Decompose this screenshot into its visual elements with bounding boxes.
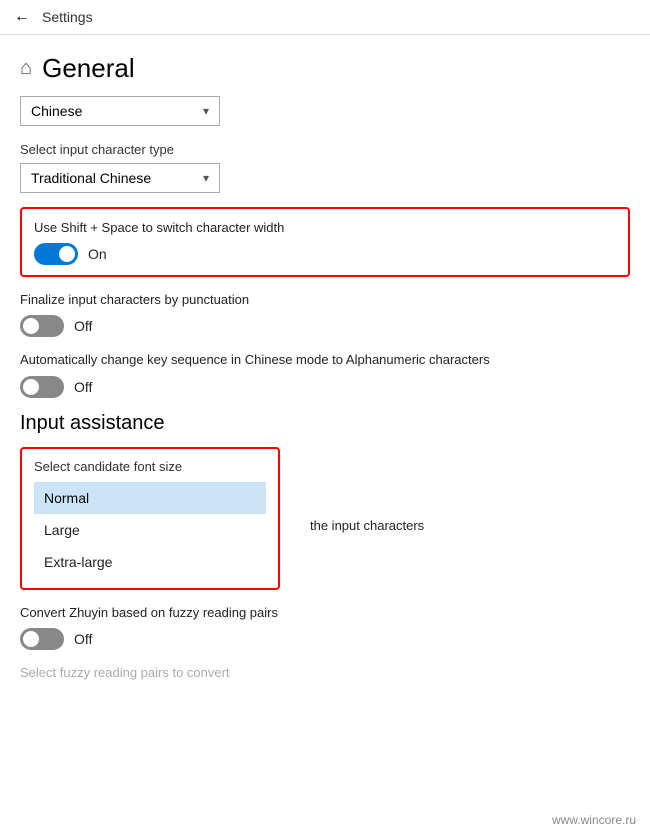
- candidate-font-size-label: Select candidate font size: [34, 459, 266, 474]
- char-type-arrow: ▾: [203, 171, 209, 185]
- page-title: General: [42, 53, 135, 84]
- shift-space-toggle-knob: [59, 246, 75, 262]
- candidate-option-normal[interactable]: Normal: [34, 482, 266, 514]
- page-header: ⌂ General: [0, 35, 650, 90]
- finalize-label: Finalize input characters by punctuation: [20, 291, 630, 309]
- candidate-option-large[interactable]: Large: [34, 514, 266, 546]
- convert-zhuyin-toggle[interactable]: [20, 628, 64, 650]
- language-dropdown[interactable]: Chinese ▾: [20, 96, 220, 126]
- candidate-font-size-box: Select candidate font size Normal Large …: [20, 447, 280, 590]
- char-type-value: Traditional Chinese: [31, 170, 151, 186]
- auto-change-state: Off: [74, 379, 92, 395]
- back-button[interactable]: ←: [14, 8, 30, 26]
- char-type-dropdown[interactable]: Traditional Chinese ▾: [20, 163, 220, 193]
- auto-change-toggle[interactable]: [20, 376, 64, 398]
- convert-zhuyin-toggle-row: Off: [20, 628, 630, 650]
- char-type-section: Select input character type Traditional …: [20, 142, 630, 193]
- select-fuzzy-label: Select fuzzy reading pairs to convert: [20, 664, 630, 682]
- finalize-state: Off: [74, 318, 92, 334]
- shift-space-section: Use Shift + Space to switch character wi…: [20, 207, 630, 277]
- input-assistance-heading: Input assistance: [20, 412, 630, 435]
- finalize-toggle[interactable]: [20, 315, 64, 337]
- watermark: www.wincore.ru: [552, 813, 636, 827]
- convert-zhuyin-state: Off: [74, 631, 92, 647]
- convert-zhuyin-label: Convert Zhuyin based on fuzzy reading pa…: [20, 604, 630, 622]
- finalize-toggle-knob: [23, 318, 39, 334]
- shift-space-toggle[interactable]: [34, 243, 78, 265]
- finalize-toggle-row: Off: [20, 315, 630, 337]
- char-type-label: Select input character type: [20, 142, 630, 157]
- top-bar: ← Settings: [0, 0, 650, 35]
- shift-space-state: On: [88, 246, 107, 262]
- convert-zhuyin-section: Convert Zhuyin based on fuzzy reading pa…: [20, 604, 630, 650]
- home-icon: ⌂: [20, 57, 32, 80]
- content: Chinese ▾ Select input character type Tr…: [0, 90, 650, 708]
- convert-zhuyin-knob: [23, 631, 39, 647]
- language-dropdown-wrapper: Chinese ▾: [20, 96, 630, 126]
- input-assistance-section: Input assistance Select candidate font s…: [20, 412, 630, 682]
- language-dropdown-value: Chinese: [31, 103, 82, 119]
- top-bar-title: Settings: [42, 9, 93, 25]
- input-chars-label: the input characters: [310, 518, 424, 533]
- auto-change-label: Automatically change key sequence in Chi…: [20, 351, 630, 369]
- shift-space-label: Use Shift + Space to switch character wi…: [34, 219, 616, 237]
- finalize-section: Finalize input characters by punctuation…: [20, 291, 630, 337]
- language-dropdown-arrow: ▾: [203, 104, 209, 118]
- shift-space-toggle-row: On: [34, 243, 616, 265]
- candidate-option-extra-large[interactable]: Extra-large: [34, 546, 266, 578]
- auto-change-section: Automatically change key sequence in Chi…: [20, 351, 630, 397]
- auto-change-toggle-row: Off: [20, 376, 630, 398]
- auto-change-toggle-knob: [23, 379, 39, 395]
